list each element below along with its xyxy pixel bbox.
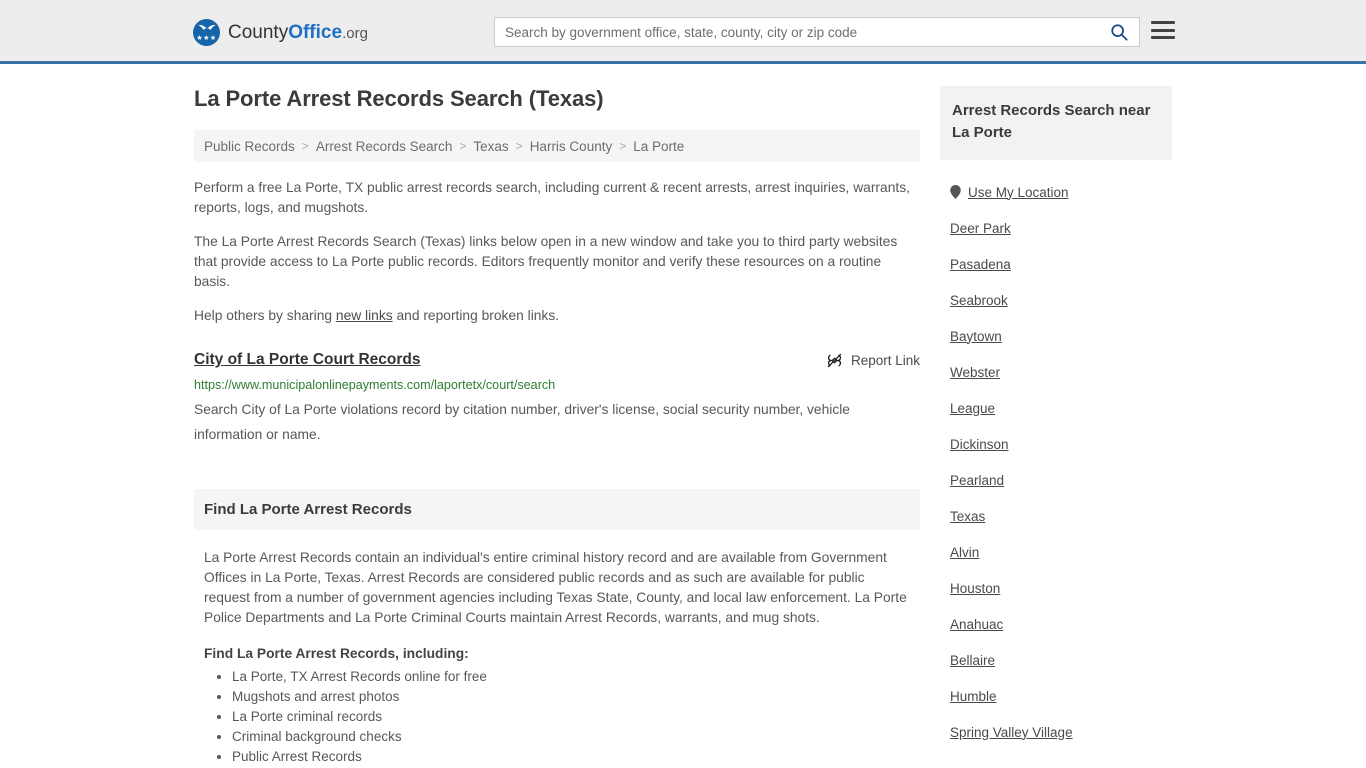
list-item: Public Arrest Records xyxy=(232,747,910,767)
result-item: City of La Porte Court Records Report Li… xyxy=(194,350,920,447)
sidebar-item-texas[interactable]: Texas xyxy=(940,498,1172,534)
brand-part-2: Office xyxy=(288,22,343,43)
sidebar-item-webster[interactable]: Webster xyxy=(940,354,1172,390)
breadcrumb-separator: > xyxy=(301,139,309,154)
search-icon xyxy=(1111,24,1128,41)
site-logo[interactable]: ★★★ CountyOffice.org xyxy=(193,19,368,46)
hamburger-bar-3 xyxy=(1151,36,1175,39)
site-header: ★★★ CountyOffice.org xyxy=(0,0,1366,64)
page-body: La Porte Arrest Records Search (Texas) P… xyxy=(0,64,1366,767)
map-pin-icon xyxy=(950,185,961,199)
countyoffice-logo-icon: ★★★ xyxy=(193,19,220,46)
sidebar-city-link[interactable]: Spring Valley Village xyxy=(950,725,1073,740)
sidebar-item-humble[interactable]: Humble xyxy=(940,678,1172,714)
result-title-link[interactable]: City of La Porte Court Records xyxy=(194,350,421,370)
result-description: Search City of La Porte violations recor… xyxy=(194,402,850,443)
breadcrumb-separator: > xyxy=(459,139,467,154)
search-input[interactable] xyxy=(495,18,1099,46)
sidebar-nearby-list: Use My Location Deer Park Pasadena Seabr… xyxy=(940,174,1172,750)
sidebar-item-seabrook[interactable]: Seabrook xyxy=(940,282,1172,318)
brand-part-3: .org xyxy=(342,25,368,42)
section-heading: Find La Porte Arrest Records xyxy=(194,489,920,531)
breadcrumb: Public Records > Arrest Records Search >… xyxy=(194,130,920,163)
sidebar-item-bellaire[interactable]: Bellaire xyxy=(940,642,1172,678)
report-link-label: Report Link xyxy=(850,353,920,369)
sidebar-item-dickinson[interactable]: Dickinson xyxy=(940,426,1172,462)
sidebar-item-alvin[interactable]: Alvin xyxy=(940,534,1172,570)
breadcrumb-separator: > xyxy=(619,139,627,154)
sidebar-item-league[interactable]: League xyxy=(940,390,1172,426)
sidebar-city-link[interactable]: Deer Park xyxy=(950,221,1011,236)
sidebar-item-houston[interactable]: Houston xyxy=(940,570,1172,606)
section-body: La Porte Arrest Records contain an indiv… xyxy=(194,530,920,767)
sidebar-city-link[interactable]: League xyxy=(950,401,995,416)
share-paragraph: Help others by sharing new links and rep… xyxy=(194,306,920,326)
sidebar: Arrest Records Search near La Porte Use … xyxy=(940,86,1172,750)
logo-stars: ★★★ xyxy=(196,35,217,42)
list-item: Mugshots and arrest photos xyxy=(232,687,910,707)
list-item: Criminal background checks xyxy=(232,727,910,747)
content-container: La Porte Arrest Records Search (Texas) P… xyxy=(194,86,1172,767)
sidebar-city-link[interactable]: Pasadena xyxy=(950,257,1011,272)
sidebar-heading: Arrest Records Search near La Porte xyxy=(940,86,1172,160)
hamburger-bar-2 xyxy=(1151,28,1175,32)
disclaimer-paragraph: The La Porte Arrest Records Search (Texa… xyxy=(194,234,898,290)
brand-part-1: County xyxy=(228,22,289,43)
sidebar-item-anahuac[interactable]: Anahuac xyxy=(940,606,1172,642)
sidebar-item-pearland[interactable]: Pearland xyxy=(940,462,1172,498)
sidebar-city-link[interactable]: Webster xyxy=(950,365,1000,380)
share-prefix: Help others by sharing xyxy=(194,308,336,324)
breadcrumb-item-la-porte[interactable]: La Porte xyxy=(633,139,684,154)
list-item: La Porte, TX Arrest Records online for f… xyxy=(232,667,910,687)
sidebar-city-link[interactable]: Houston xyxy=(950,581,1000,596)
share-suffix: and reporting broken links. xyxy=(392,308,560,324)
sidebar-city-link[interactable]: Humble xyxy=(950,689,997,704)
breadcrumb-item-arrest-records-search[interactable]: Arrest Records Search xyxy=(316,139,453,154)
sidebar-city-link[interactable]: Bellaire xyxy=(950,653,995,668)
list-item: La Porte criminal records xyxy=(232,707,910,727)
section-sub-heading: Find La Porte Arrest Records, including: xyxy=(204,646,469,662)
broken-link-icon xyxy=(827,354,842,368)
sidebar-item-spring-valley-village[interactable]: Spring Valley Village xyxy=(940,714,1172,750)
breadcrumb-item-harris-county[interactable]: Harris County xyxy=(530,139,613,154)
arrest-records-feature-list: La Porte, TX Arrest Records online for f… xyxy=(204,667,910,767)
sidebar-item-use-my-location[interactable]: Use My Location xyxy=(940,174,1172,210)
sidebar-item-baytown[interactable]: Baytown xyxy=(940,318,1172,354)
sidebar-city-link[interactable]: Pearland xyxy=(950,473,1004,488)
section-paragraph: La Porte Arrest Records contain an indiv… xyxy=(204,550,907,626)
report-link-button[interactable]: Report Link xyxy=(826,350,920,369)
sidebar-item-pasadena[interactable]: Pasadena xyxy=(940,246,1172,282)
result-url[interactable]: https://www.municipalonlinepayments.com/… xyxy=(194,377,920,393)
new-links-link[interactable]: new links xyxy=(336,308,393,323)
search-button[interactable] xyxy=(1099,18,1139,46)
result-header-row: City of La Porte Court Records Report Li… xyxy=(194,350,920,370)
sidebar-city-link[interactable]: Baytown xyxy=(950,329,1002,344)
sidebar-city-link[interactable]: Alvin xyxy=(950,545,979,560)
sidebar-city-link[interactable]: Seabrook xyxy=(950,293,1008,308)
breadcrumb-item-public-records[interactable]: Public Records xyxy=(204,139,295,154)
search-bar[interactable] xyxy=(494,17,1140,47)
breadcrumb-item-texas[interactable]: Texas xyxy=(473,139,508,154)
hamburger-menu-icon[interactable] xyxy=(1151,20,1175,40)
use-my-location-link[interactable]: Use My Location xyxy=(968,185,1069,200)
sidebar-city-link[interactable]: Dickinson xyxy=(950,437,1009,452)
intro-paragraph: Perform a free La Porte, TX public arres… xyxy=(194,180,910,216)
breadcrumb-separator: > xyxy=(515,139,523,154)
sidebar-city-link[interactable]: Texas xyxy=(950,509,985,524)
main-column: La Porte Arrest Records Search (Texas) P… xyxy=(194,86,920,767)
sidebar-city-link[interactable]: Anahuac xyxy=(950,617,1003,632)
site-logo-text: CountyOffice.org xyxy=(228,23,368,42)
hamburger-bar-1 xyxy=(1151,21,1175,24)
page-title: La Porte Arrest Records Search (Texas) xyxy=(194,86,604,111)
sidebar-item-deer-park[interactable]: Deer Park xyxy=(940,210,1172,246)
